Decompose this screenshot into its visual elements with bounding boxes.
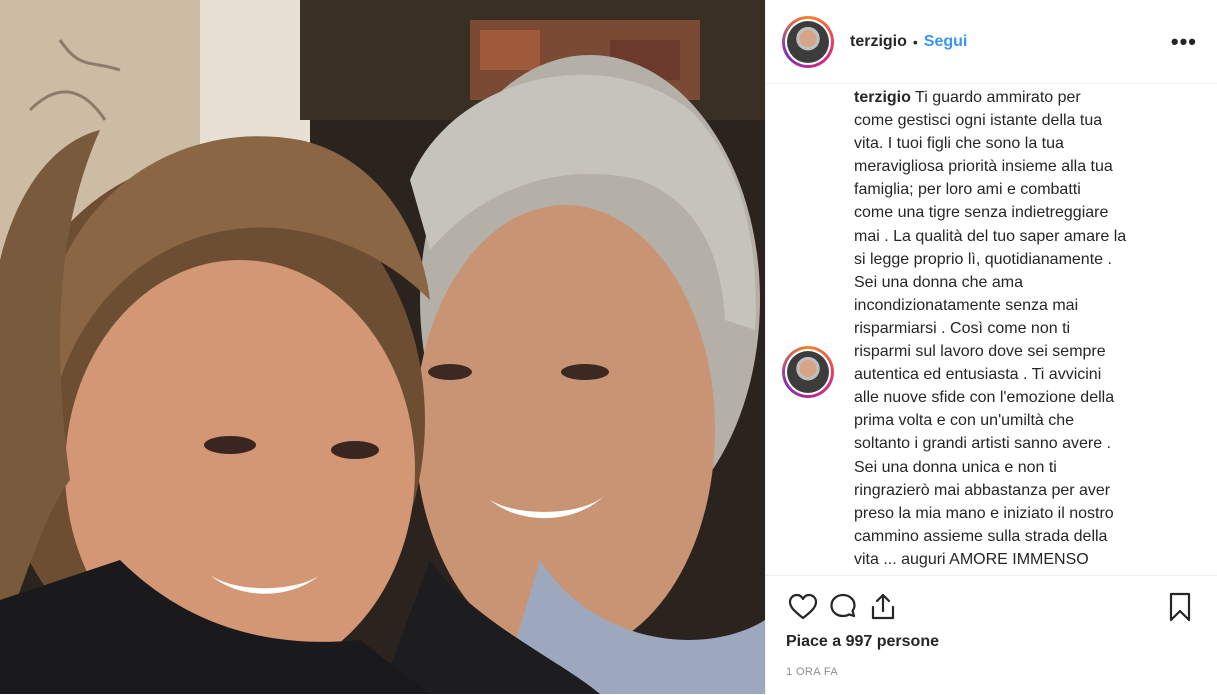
caption-line: soltanto i grandi artisti sanno avere . bbox=[854, 435, 1112, 453]
caption-line: famiglia; per loro ami e combatti bbox=[854, 181, 1081, 199]
caption-line: Sei una donna unica e non ti bbox=[854, 458, 1057, 476]
caption-line: vita ... auguri AMORE IMMENSO bbox=[854, 550, 1089, 568]
heart-icon[interactable] bbox=[786, 590, 820, 624]
instagram-post: terzigio • Segui ••• terzigio Ti guardo … bbox=[0, 0, 1217, 694]
more-options-icon[interactable]: ••• bbox=[1171, 29, 1197, 55]
caption-line: incondizionatamente senza mai bbox=[854, 296, 1079, 314]
caption-line: alle nuove sfide con l'emozione della bbox=[854, 389, 1115, 407]
caption-username[interactable]: terzigio bbox=[854, 89, 911, 106]
selfie-image bbox=[0, 0, 765, 694]
caption-line: Sei una donna che ama bbox=[854, 273, 1024, 291]
caption-line: mai . La qualità del tuo saper amare la bbox=[854, 227, 1127, 245]
caption-line: prima volta e con un'umiltà che bbox=[854, 412, 1075, 430]
avatar-photo bbox=[787, 20, 829, 63]
follow-button[interactable]: Segui bbox=[924, 33, 968, 51]
caption-line: risparmiarsi . Così come non ti bbox=[854, 319, 1071, 337]
caption-line: Ti guardo ammirato per bbox=[915, 89, 1081, 106]
author-username[interactable]: terzigio bbox=[850, 33, 907, 51]
post-header: terzigio • Segui ••• bbox=[766, 0, 1217, 84]
caption-line: come gestisci ogni istante della tua bbox=[854, 112, 1103, 130]
bookmark-icon[interactable] bbox=[1163, 590, 1197, 624]
caption-line: preso la mia mano e iniziato il nostro bbox=[854, 504, 1114, 522]
author-avatar[interactable] bbox=[782, 15, 834, 68]
caption-line: risparmi sul lavoro dove sei sempre bbox=[854, 343, 1106, 361]
caption-line: si legge proprio lì, quotidianamente . bbox=[854, 250, 1112, 268]
likes-count[interactable]: Piace a 997 persone bbox=[786, 633, 1217, 651]
caption-area: terzigio Ti guardo ammirato per come ges… bbox=[782, 84, 1197, 574]
post-side-panel: terzigio • Segui ••• terzigio Ti guardo … bbox=[765, 0, 1217, 694]
separator-dot: • bbox=[912, 33, 918, 50]
caption-line: ringrazierò mai abbastanza per aver bbox=[854, 481, 1111, 499]
caption-avatar[interactable] bbox=[782, 346, 834, 398]
comment-icon[interactable] bbox=[826, 590, 860, 624]
post-photo[interactable] bbox=[0, 0, 765, 694]
caption-line: meravigliosa priorità insieme alla tua bbox=[854, 158, 1113, 176]
share-icon[interactable] bbox=[866, 590, 900, 624]
caption-line: autentica ed entusiasta . Ti avvicini bbox=[854, 366, 1102, 384]
post-timestamp[interactable]: 1 ORA FA bbox=[786, 666, 1217, 678]
caption-line: vita. I tuoi figli che sono la tua bbox=[854, 135, 1064, 153]
caption-text: terzigio Ti guardo ammirato per come ges… bbox=[854, 84, 1154, 574]
action-icons bbox=[766, 576, 1217, 623]
post-actions: Piace a 997 persone 1 ORA FA bbox=[766, 575, 1217, 695]
caption-line: come una tigre senza indietreggiare bbox=[854, 204, 1109, 222]
caption-line: cammino assieme sulla strada della bbox=[854, 527, 1108, 545]
